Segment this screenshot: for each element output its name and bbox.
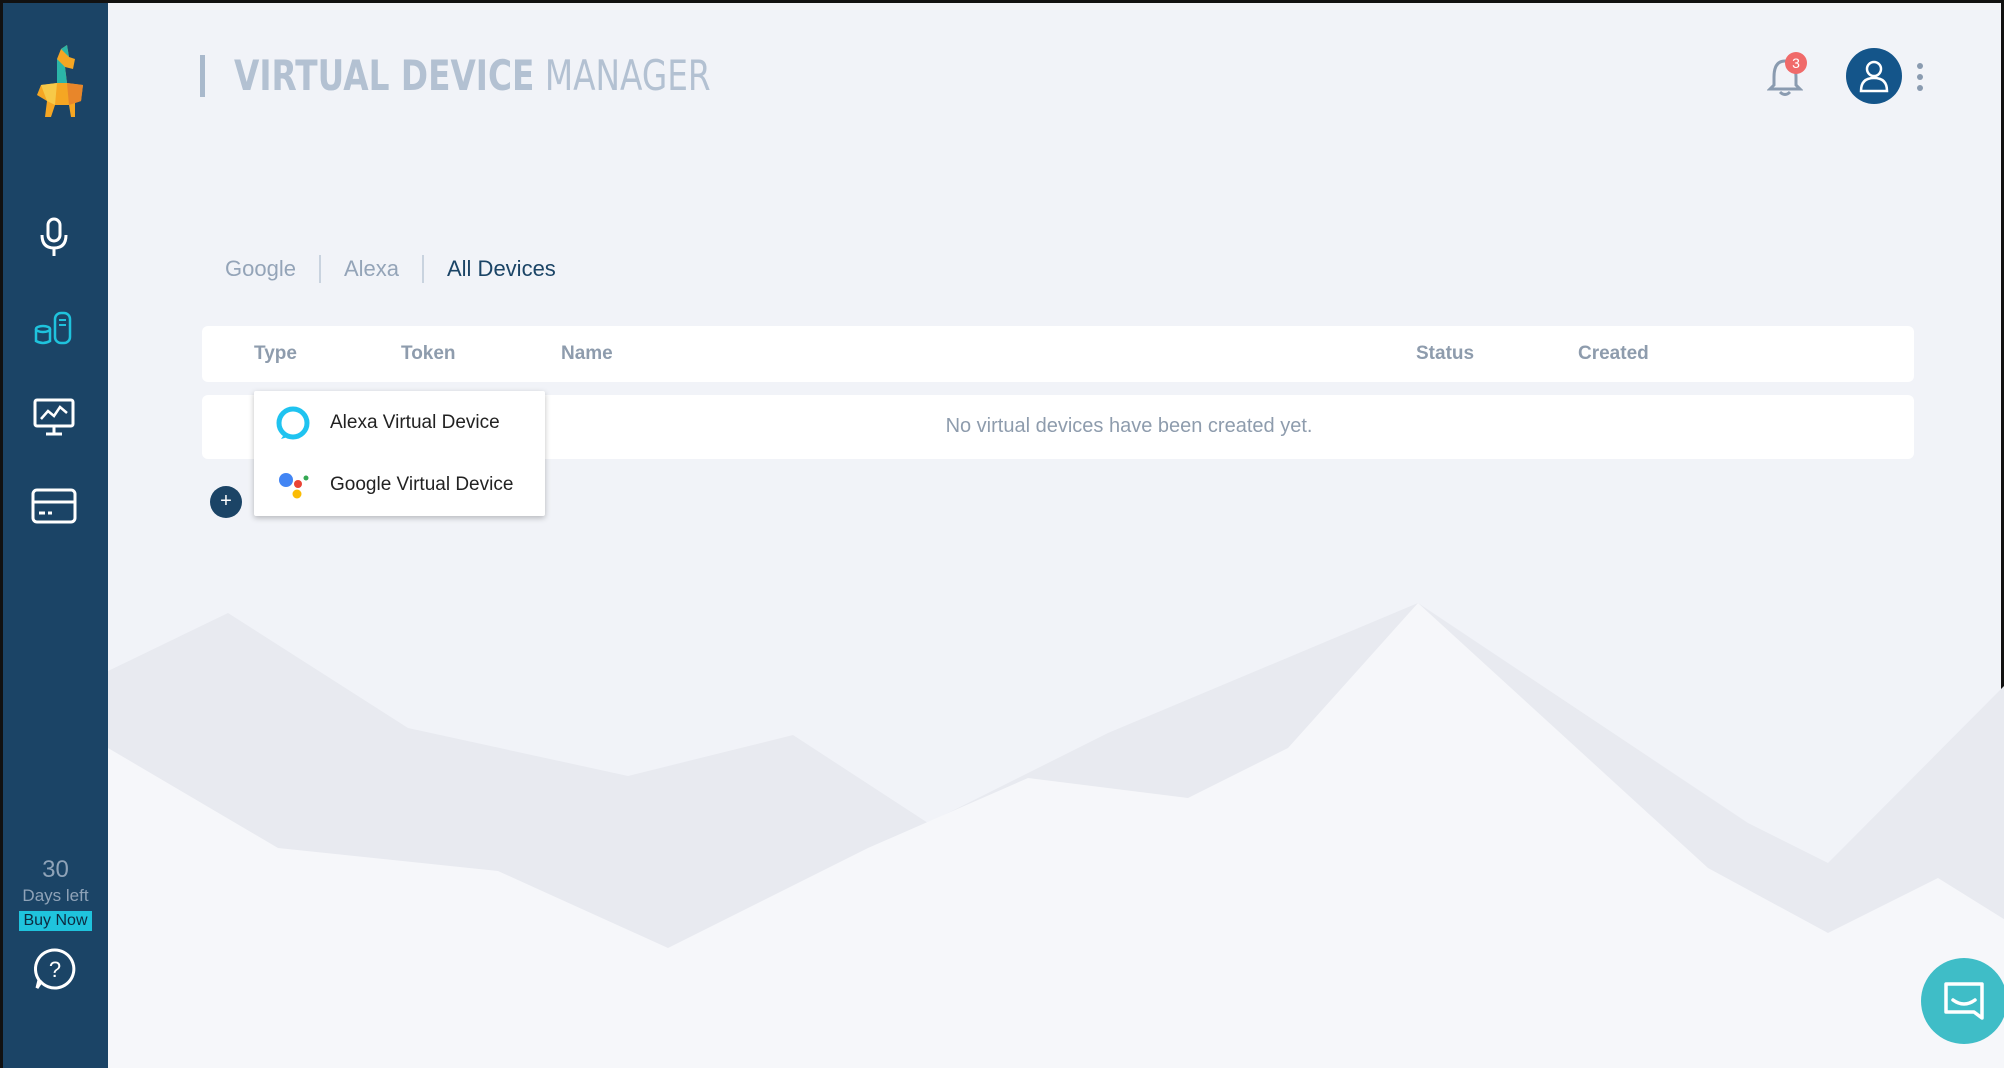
tab-google[interactable]: Google	[225, 256, 319, 282]
user-avatar[interactable]	[1846, 48, 1902, 104]
title-accent-bar	[200, 55, 205, 97]
help-icon[interactable]: ?	[33, 947, 77, 991]
devices-table-header: Type Token Name Status Created	[202, 326, 1914, 382]
llama-logo-icon[interactable]	[31, 45, 83, 117]
more-menu-icon[interactable]	[1913, 63, 1927, 91]
page-title-bold: VIRTUAL DEVICE	[234, 51, 535, 100]
column-header-created[interactable]: Created	[1578, 343, 1649, 365]
alexa-icon	[276, 406, 310, 440]
microphone-icon[interactable]	[29, 212, 79, 262]
user-icon	[1859, 60, 1889, 93]
dropdown-item-label: Alexa Virtual Device	[330, 412, 500, 433]
trial-days-label: Days left	[22, 886, 89, 905]
dropdown-item-label: Google Virtual Device	[330, 474, 514, 495]
dropdown-item-google[interactable]: Google Virtual Device	[254, 455, 545, 515]
background-mountains	[108, 603, 2004, 1068]
page-title: VIRTUAL DEVICE MANAGER	[234, 51, 711, 100]
dropdown-item-alexa[interactable]: Alexa Virtual Device	[254, 393, 545, 453]
chat-launcher-button[interactable]	[1921, 958, 2004, 1044]
chat-icon	[1944, 982, 1984, 1020]
tab-all-devices[interactable]: All Devices	[424, 256, 579, 282]
buy-now-button[interactable]: Buy Now	[19, 911, 92, 931]
sidebar: 30 Days left Buy Now ?	[3, 3, 108, 1068]
trial-days-count: 30	[42, 856, 69, 883]
column-header-name[interactable]: Name	[561, 343, 613, 365]
trial-status: 30 Days left Buy Now	[3, 855, 108, 931]
credit-card-icon[interactable]	[29, 481, 79, 531]
monitor-chart-icon[interactable]	[29, 392, 79, 442]
devices-icon[interactable]	[29, 302, 79, 352]
device-tabs: Google Alexa All Devices	[225, 255, 579, 283]
svg-text:?: ?	[49, 957, 61, 982]
add-device-dropdown: Alexa Virtual Device Google Virtual Devi…	[254, 391, 545, 516]
column-header-token[interactable]: Token	[401, 343, 456, 365]
add-device-button[interactable]: +	[210, 486, 242, 518]
page-title-light: MANAGER	[534, 51, 711, 100]
tab-alexa[interactable]: Alexa	[321, 256, 422, 282]
notification-badge: 3	[1785, 52, 1807, 74]
column-header-status[interactable]: Status	[1416, 343, 1474, 365]
google-assistant-icon	[279, 473, 309, 499]
column-header-type[interactable]: Type	[254, 343, 297, 365]
